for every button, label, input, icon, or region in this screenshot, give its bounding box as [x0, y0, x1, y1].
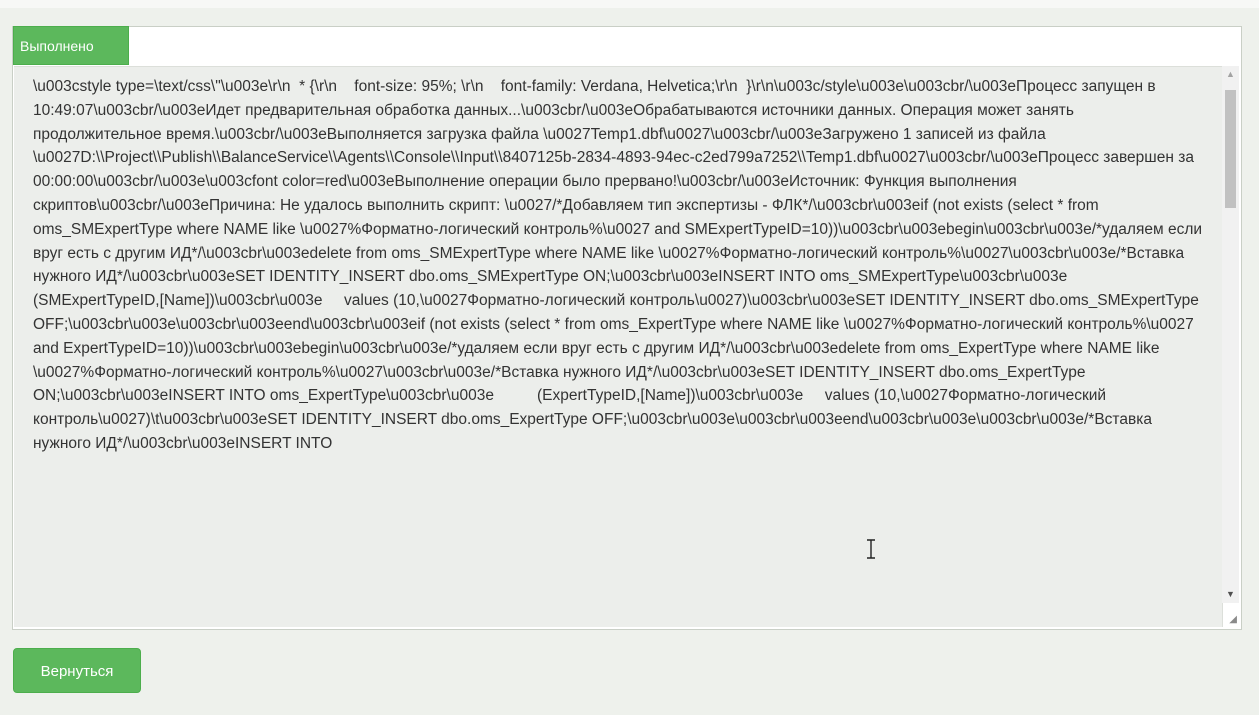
page: Выполнено \u003cstyle type=\text/css\"\u…: [0, 0, 1259, 715]
resize-grip-icon[interactable]: ◢: [1229, 615, 1237, 625]
top-band: [0, 0, 1259, 8]
text-cursor-svg: [867, 539, 875, 559]
text-cursor-icon: [866, 539, 876, 561]
scroll-up-icon[interactable]: ▲: [1222, 66, 1239, 83]
log-text[interactable]: \u003cstyle type=\text/css\"\u003e\r\n *…: [33, 75, 1205, 456]
status-tab-label: Выполнено: [20, 38, 94, 54]
status-tab: Выполнено: [13, 26, 129, 65]
log-scrollbar[interactable]: ▲ ▼: [1222, 66, 1239, 603]
scroll-thumb[interactable]: [1225, 90, 1236, 208]
log-textarea[interactable]: \u003cstyle type=\text/css\"\u003e\r\n *…: [14, 66, 1239, 627]
back-button[interactable]: Вернуться: [13, 648, 141, 693]
scroll-down-icon[interactable]: ▼: [1222, 586, 1239, 603]
resize-handle[interactable]: ◢: [1222, 603, 1239, 627]
